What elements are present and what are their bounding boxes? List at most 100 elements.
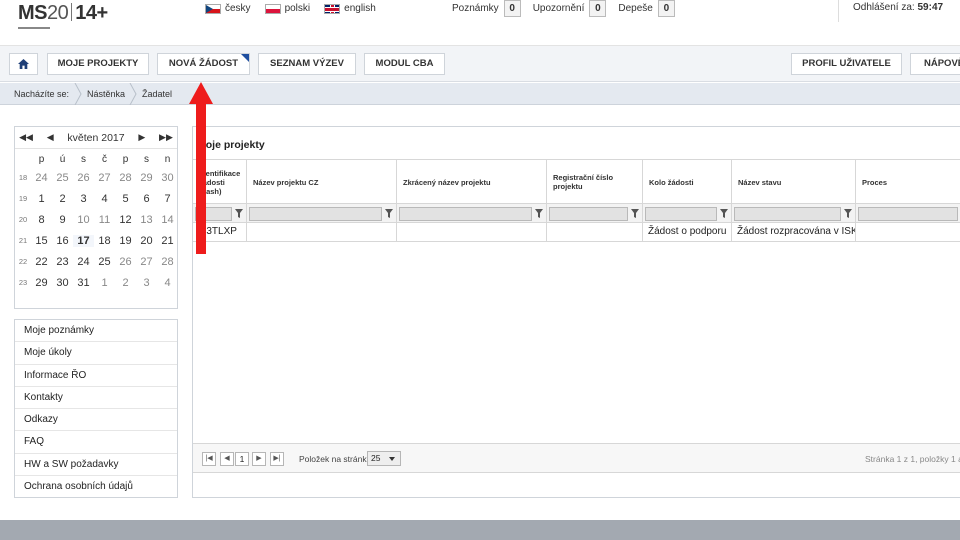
calendar-day[interactable]: 24	[73, 256, 94, 268]
column-header-nazev-stavu[interactable]: Název stavu	[732, 160, 856, 204]
calendar-day[interactable]: 30	[157, 172, 178, 184]
ms2014-logo[interactable]: MS20 14+	[18, 2, 108, 29]
calendar-day[interactable]: 21	[157, 235, 178, 247]
menu-faq[interactable]: FAQ	[15, 431, 177, 454]
calendar-day[interactable]: 22	[31, 256, 52, 268]
column-header-proces[interactable]: Proces	[856, 160, 960, 204]
week-number: 22	[18, 257, 28, 266]
calendar-day[interactable]: 19	[115, 235, 136, 247]
calendar-month-title[interactable]: květen 2017	[67, 132, 124, 144]
first-page-button[interactable]: |◀	[202, 452, 216, 466]
nav-napoveda[interactable]: NÁPOVĚ	[910, 53, 960, 75]
last-page-button[interactable]: ▶|	[270, 452, 284, 466]
filter-icon[interactable]	[630, 208, 640, 220]
menu-ochrana-osobnich-udaju[interactable]: Ochrana osobních údajů	[15, 476, 177, 498]
filter-icon[interactable]	[534, 208, 544, 220]
calendar-day[interactable]: 31	[73, 277, 94, 289]
calendar-day[interactable]: 4	[157, 277, 178, 289]
filter-input[interactable]	[399, 206, 532, 221]
calendar-day[interactable]: 5	[115, 193, 136, 205]
calendar-day[interactable]: 11	[94, 214, 115, 226]
calendar-day[interactable]: 29	[31, 277, 52, 289]
prev-page-button[interactable]: ◀	[220, 452, 234, 466]
next-year-button[interactable]: ▶▶	[159, 132, 173, 143]
column-header-zkraceny-nazev[interactable]: Zkrácený název projektu	[397, 160, 547, 204]
menu-informace-ro[interactable]: Informace ŘO	[15, 365, 177, 387]
calendar-day[interactable]: 2	[52, 193, 73, 205]
calendar-day[interactable]: 1	[31, 193, 52, 205]
calendar-day[interactable]: 1	[94, 277, 115, 289]
breadcrumb-nastenka[interactable]: Nástěnka	[87, 89, 125, 99]
menu-kontakty[interactable]: Kontakty	[15, 387, 177, 410]
calendar-day[interactable]: 6	[136, 193, 157, 205]
filter-icon[interactable]	[384, 208, 394, 220]
table-row[interactable]: ...3TLXP Žádost o podporu Žádost rozprac…	[193, 223, 960, 242]
current-page-number[interactable]: 1	[235, 452, 249, 466]
notification-counters: Poznámky 0 Upozornění 0 Depeše 0	[452, 0, 675, 17]
next-month-button[interactable]: ▶	[135, 132, 149, 143]
messages-counter[interactable]: Depeše 0	[618, 0, 675, 17]
prev-month-button[interactable]: ◀	[43, 132, 57, 143]
menu-moje-poznamky[interactable]: Moje poznámky	[15, 320, 177, 343]
nav-profil-uzivatele[interactable]: PROFIL UŽIVATELE	[791, 53, 902, 75]
language-english[interactable]: english	[324, 3, 376, 14]
home-button[interactable]	[9, 53, 38, 75]
calendar-day[interactable]: 8	[31, 214, 52, 226]
page-size-select[interactable]: 25	[367, 451, 401, 466]
calendar-day[interactable]: 3	[136, 277, 157, 289]
filter-input[interactable]	[249, 206, 382, 221]
calendar-day[interactable]: 25	[52, 172, 73, 184]
calendar-day[interactable]: 16	[52, 235, 73, 247]
nav-modul-cba[interactable]: MODUL CBA	[364, 53, 445, 75]
next-page-button[interactable]: ▶	[252, 452, 266, 466]
calendar-day[interactable]: 25	[94, 256, 115, 268]
filter-input[interactable]	[549, 206, 628, 221]
calendar-day[interactable]: 7	[157, 193, 178, 205]
menu-moje-ukoly[interactable]: Moje úkoly	[15, 342, 177, 365]
footer-bar	[0, 520, 960, 540]
alerts-counter[interactable]: Upozornění 0	[533, 0, 607, 17]
filter-icon[interactable]	[719, 208, 729, 220]
filter-input[interactable]	[858, 206, 958, 221]
calendar-day[interactable]: 27	[136, 256, 157, 268]
menu-hw-sw-pozadavky[interactable]: HW a SW požadavky	[15, 454, 177, 477]
calendar-day[interactable]: 9	[52, 214, 73, 226]
calendar-day[interactable]: 26	[73, 172, 94, 184]
calendar-day[interactable]: 28	[157, 256, 178, 268]
language-polski[interactable]: polski	[264, 3, 310, 14]
calendar-day[interactable]: 20	[136, 235, 157, 247]
calendar-day[interactable]: 3	[73, 193, 94, 205]
column-header-registracni-cislo[interactable]: Registrační číslo projektu	[547, 160, 643, 204]
column-header-nazev-projektu[interactable]: Název projektu CZ	[247, 160, 397, 204]
calendar-day[interactable]: 18	[94, 235, 115, 247]
calendar-day[interactable]: 27	[94, 172, 115, 184]
language-cesky[interactable]: česky	[205, 3, 251, 14]
calendar-day[interactable]: 13	[136, 214, 157, 226]
column-header-kolo-zadosti[interactable]: Kolo žádosti	[643, 160, 732, 204]
menu-odkazy[interactable]: Odkazy	[15, 409, 177, 432]
prev-year-button[interactable]: ◀◀	[19, 132, 33, 143]
calendar-week-row: 18 24 25 26 27 28 29 30	[15, 167, 178, 188]
notes-counter[interactable]: Poznámky 0	[452, 0, 521, 17]
calendar-day[interactable]: 29	[136, 172, 157, 184]
calendar-day[interactable]: 2	[115, 277, 136, 289]
calendar-day-today[interactable]: 17	[73, 234, 94, 247]
calendar-day[interactable]: 4	[94, 193, 115, 205]
nav-nova-zadost[interactable]: NOVÁ ŽÁDOST	[157, 53, 250, 75]
breadcrumb-zadatel[interactable]: Žadatel	[142, 89, 172, 99]
calendar-day[interactable]: 10	[73, 214, 94, 226]
calendar-day[interactable]: 24	[31, 172, 52, 184]
nav-seznam-vyzev[interactable]: SEZNAM VÝZEV	[258, 53, 356, 75]
filter-input[interactable]	[645, 206, 717, 221]
calendar-day[interactable]: 30	[52, 277, 73, 289]
calendar-day[interactable]: 15	[31, 235, 52, 247]
calendar-day[interactable]: 12	[115, 214, 136, 226]
calendar-day[interactable]: 23	[52, 256, 73, 268]
filter-icon[interactable]	[234, 208, 244, 220]
calendar-day[interactable]: 14	[157, 214, 178, 226]
calendar-day[interactable]: 28	[115, 172, 136, 184]
calendar-day[interactable]: 26	[115, 256, 136, 268]
filter-icon[interactable]	[843, 208, 853, 220]
nav-moje-projekty[interactable]: MOJE PROJEKTY	[47, 53, 149, 75]
filter-input[interactable]	[734, 206, 841, 221]
